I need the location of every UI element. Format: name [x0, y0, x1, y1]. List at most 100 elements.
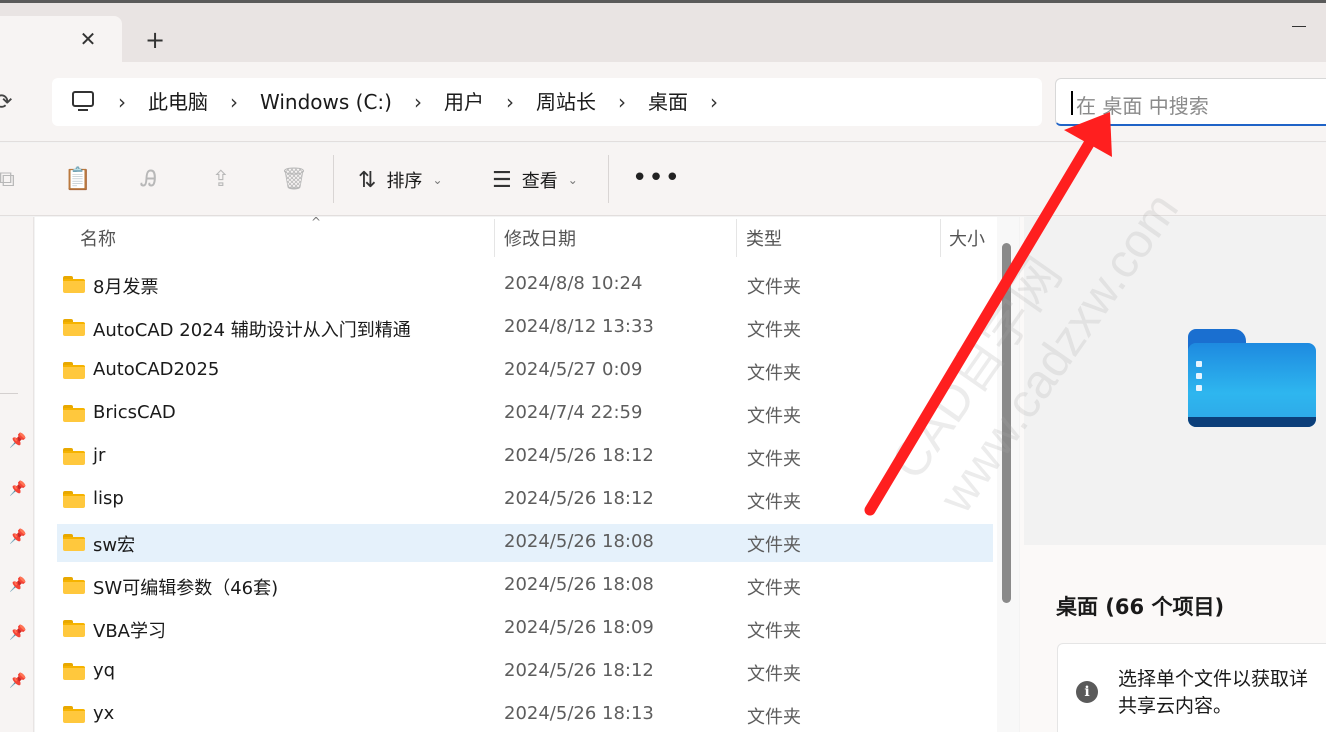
file-type: 文件夹 — [747, 664, 801, 685]
file-name: VBA学习 — [93, 621, 166, 642]
sort-button[interactable]: ⇅ 排序 ⌄ — [358, 163, 443, 197]
list-item[interactable]: AutoCAD2025 2024/5/27 0:09 文件夹 — [57, 352, 993, 390]
chevron-right-icon[interactable]: › — [118, 78, 126, 126]
breadcrumb-users[interactable]: 用户 — [444, 78, 484, 126]
scrollbar-thumb[interactable] — [1002, 243, 1011, 603]
file-modified: 2024/5/26 18:12 — [504, 488, 654, 509]
copy-icon[interactable]: ⧉ — [0, 167, 20, 193]
column-header-modified[interactable]: 修改日期 — [504, 225, 576, 251]
chevron-right-icon[interactable]: › — [710, 78, 718, 126]
chevron-down-icon: ⌄ — [567, 173, 578, 187]
info-text-line2: 共享云内容。 — [1118, 695, 1233, 717]
search-input[interactable]: 在 桌面 中搜索 — [1055, 78, 1326, 126]
pin-icon[interactable]: 📌 — [9, 529, 26, 545]
view-button[interactable]: ☰ 查看 ⌄ — [492, 163, 578, 197]
list-item[interactable]: BricsCAD 2024/7/4 22:59 文件夹 — [57, 395, 993, 433]
share-icon[interactable]: ⇪ — [208, 167, 234, 193]
minimize-button[interactable] — [1290, 15, 1310, 35]
chevron-down-icon: ⌄ — [432, 173, 443, 187]
toolbar-divider — [608, 155, 609, 203]
breadcrumb-desktop[interactable]: 桌面 — [648, 78, 688, 126]
desktop-folder-icon — [1188, 329, 1316, 427]
file-type: 文件夹 — [747, 406, 801, 427]
pin-icon[interactable]: 📌 — [9, 433, 26, 449]
list-item[interactable]: jr 2024/5/26 18:12 文件夹 — [57, 438, 993, 476]
breadcrumb-user[interactable]: 周站长 — [536, 78, 596, 126]
column-divider[interactable] — [940, 219, 941, 257]
file-modified: 2024/8/8 10:24 — [504, 273, 643, 294]
list-item[interactable]: yq 2024/5/26 18:12 文件夹 — [57, 653, 993, 691]
pin-icon[interactable]: 📌 — [9, 481, 26, 497]
folder-icon — [63, 534, 85, 551]
new-tab-button[interactable]: + — [142, 25, 168, 55]
info-card: i 选择单个文件以获取详 共享云内容。 — [1057, 643, 1326, 732]
info-text-line1: 选择单个文件以获取详 — [1118, 668, 1309, 690]
folder-icon — [63, 706, 85, 723]
info-text: 选择单个文件以获取详 共享云内容。 — [1118, 666, 1326, 720]
list-item[interactable]: VBA学习 2024/5/26 18:09 文件夹 — [57, 610, 993, 648]
file-modified: 2024/5/26 18:12 — [504, 660, 654, 681]
file-modified: 2024/5/26 18:08 — [504, 531, 654, 552]
list-item[interactable]: SW可编辑参数（46套) 2024/5/26 18:08 文件夹 — [57, 567, 993, 605]
text-cursor — [1071, 91, 1073, 115]
list-item[interactable]: 8月发票 2024/8/8 10:24 文件夹 — [57, 266, 993, 304]
tab-strip: ✕ + — [0, 0, 1326, 65]
column-header-type[interactable]: 类型 — [746, 225, 782, 251]
folder-icon — [63, 577, 85, 594]
address-bar-row: ⟳ › 此电脑 › Windows (C:) › 用户 › 周站长 › 桌面 ›… — [0, 62, 1326, 142]
navigation-pane[interactable]: 📌 📌 📌 📌 📌 📌 — [0, 217, 34, 732]
details-title: 桌面 (66 个项目) — [1056, 595, 1225, 619]
column-header-size[interactable]: 大小 — [949, 225, 985, 251]
vertical-scrollbar[interactable] — [997, 217, 1019, 732]
chevron-right-icon[interactable]: › — [230, 78, 238, 126]
rename-icon[interactable]: Ꭿ — [136, 167, 162, 193]
file-name: AutoCAD 2024 辅助设计从入门到精通 — [93, 320, 411, 341]
breadcrumb[interactable]: › 此电脑 › Windows (C:) › 用户 › 周站长 › 桌面 › — [52, 78, 1042, 126]
list-item[interactable]: AutoCAD 2024 辅助设计从入门到精通 2024/8/12 13:33 … — [57, 309, 993, 347]
file-name: BricsCAD — [93, 402, 176, 423]
breadcrumb-this-pc[interactable]: 此电脑 — [148, 78, 208, 126]
file-modified: 2024/5/26 18:12 — [504, 445, 654, 466]
delete-icon[interactable]: 🗑 — [280, 167, 308, 193]
refresh-icon[interactable]: ⟳ — [0, 90, 12, 115]
sort-icon: ⇅ — [358, 167, 377, 193]
file-type: 文件夹 — [747, 449, 801, 470]
file-list[interactable]: ^ 名称 修改日期 类型 大小 8月发票 2024/8/8 10:24 文件夹 … — [35, 215, 997, 732]
column-divider[interactable] — [494, 219, 495, 257]
view-list-icon: ☰ — [492, 167, 512, 193]
pin-icon[interactable]: 📌 — [9, 625, 26, 641]
view-label: 查看 — [521, 171, 558, 192]
more-options-button[interactable]: ••• — [632, 163, 681, 193]
file-modified: 2024/5/26 18:08 — [504, 574, 654, 595]
column-header-name[interactable]: 名称 — [80, 225, 116, 251]
file-modified: 2024/5/27 0:09 — [504, 359, 643, 380]
breadcrumb-drive-c[interactable]: Windows (C:) — [260, 78, 392, 126]
column-divider[interactable] — [736, 219, 737, 257]
chevron-right-icon[interactable]: › — [618, 78, 626, 126]
list-item-selected[interactable]: sw宏 2024/5/26 18:08 文件夹 — [57, 524, 993, 562]
file-name: AutoCAD2025 — [93, 359, 220, 380]
folder-icon — [63, 491, 85, 508]
list-item[interactable]: yx 2024/5/26 18:13 文件夹 — [57, 696, 993, 732]
chevron-right-icon[interactable]: › — [414, 78, 422, 126]
paste-icon[interactable]: 📋 — [64, 167, 91, 193]
close-tab-icon[interactable]: ✕ — [76, 27, 100, 51]
pin-icon[interactable]: 📌 — [9, 673, 26, 689]
file-modified: 2024/8/12 13:33 — [504, 316, 654, 337]
this-pc-icon[interactable] — [70, 89, 96, 115]
folder-icon — [63, 362, 85, 379]
sort-ascending-icon: ^ — [311, 215, 322, 229]
file-modified: 2024/5/26 18:13 — [504, 703, 654, 724]
file-type: 文件夹 — [747, 363, 801, 384]
pin-icon[interactable]: 📌 — [9, 577, 26, 593]
list-item[interactable]: lisp 2024/5/26 18:12 文件夹 — [57, 481, 993, 519]
file-modified: 2024/5/26 18:09 — [504, 617, 654, 638]
details-pane: 桌面 (66 个项目) i 选择单个文件以获取详 共享云内容。 — [1020, 217, 1326, 732]
file-type: 文件夹 — [747, 277, 801, 298]
file-name: yx — [93, 703, 115, 724]
toolbar-divider — [333, 155, 334, 203]
file-name: sw宏 — [93, 535, 136, 556]
file-type: 文件夹 — [747, 320, 801, 341]
tab-active[interactable]: ✕ — [0, 16, 122, 65]
chevron-right-icon[interactable]: › — [506, 78, 514, 126]
